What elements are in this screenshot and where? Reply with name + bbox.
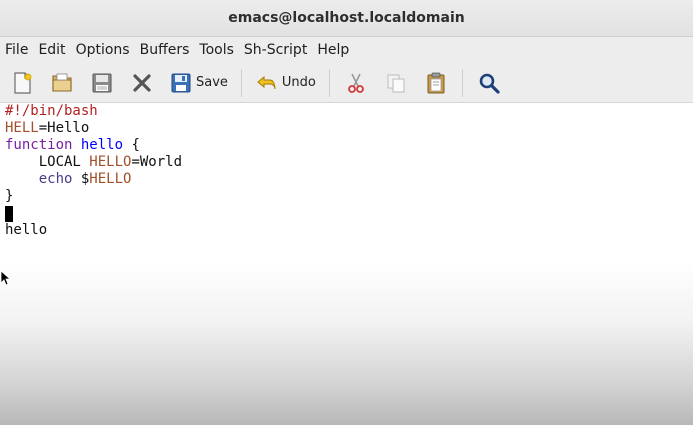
code-token-comment: #!/bin/bash [5, 103, 98, 119]
code-line[interactable]: #!/bin/bash [5, 103, 182, 120]
menu-sh-script[interactable]: Sh-Script [239, 37, 312, 63]
code-token-plain: =Hello [38, 120, 90, 136]
copy-icon [387, 74, 405, 92]
paste-icon [427, 72, 445, 93]
code-token-plain: { [123, 137, 140, 153]
save-button[interactable]: Save [166, 67, 231, 99]
code-token-plain: =World [131, 154, 183, 170]
undo-label: Undo [281, 75, 316, 90]
code-line[interactable]: hello [5, 222, 182, 239]
window-title: emacs@localhost.localdomain [228, 10, 465, 26]
open-folder-icon [52, 73, 72, 92]
save-icon [171, 73, 191, 92]
code-token-plain: } [5, 188, 14, 204]
toolbar-separator [461, 68, 463, 97]
paste-button[interactable] [420, 67, 452, 99]
close-x-icon [133, 73, 151, 92]
save-disk-button[interactable] [86, 67, 118, 99]
menu-tools[interactable]: Tools [194, 37, 239, 63]
menu-help[interactable]: Help [312, 37, 354, 63]
code-token-builtin: echo [38, 171, 73, 187]
code-token-var: HELLO [89, 154, 132, 170]
code-line[interactable] [5, 205, 182, 222]
menu-buffers[interactable]: Buffers [135, 37, 195, 63]
text-cursor [5, 206, 13, 222]
search-button[interactable] [473, 67, 505, 99]
code-line[interactable]: function hello { [5, 137, 182, 154]
scissors-icon [347, 73, 364, 93]
window-titlebar: emacs@localhost.localdomain [0, 0, 693, 37]
menu-file[interactable]: File [0, 37, 33, 63]
menu-options[interactable]: Options [71, 37, 135, 63]
code-token-var: HELLO [89, 171, 132, 187]
new-file-button[interactable] [6, 67, 38, 99]
code-token-plain: LOCAL [5, 154, 90, 170]
toolbar-separator [328, 68, 330, 97]
cut-button[interactable] [340, 67, 372, 99]
undo-button[interactable]: Undo [252, 67, 319, 99]
toolbar-separator [240, 68, 242, 97]
code-token-kw: function [5, 137, 73, 153]
code-area[interactable]: #!/bin/bash HELL=Hello function hello { LO… [5, 103, 182, 239]
new-file-icon [14, 71, 32, 94]
undo-icon [257, 75, 276, 89]
editor-buffer[interactable]: #!/bin/bash HELL=Hello function hello { LO… [0, 103, 693, 425]
code-line[interactable]: LOCAL HELLO=World [5, 154, 182, 171]
code-token-plain: hello [5, 222, 48, 238]
save-label: Save [196, 75, 228, 90]
copy-button[interactable] [380, 67, 412, 99]
code-token-fn: hello [80, 137, 124, 153]
toolbar: Save Undo [0, 63, 693, 103]
open-file-button[interactable] [46, 67, 78, 99]
floppy-icon [92, 73, 112, 92]
code-token-plain: $ [72, 171, 90, 187]
menu-edit[interactable]: Edit [33, 37, 70, 63]
code-line[interactable]: } [5, 188, 182, 205]
code-line[interactable]: HELL=Hello [5, 120, 182, 137]
mouse-pointer-icon [0, 270, 10, 286]
magnifier-icon [479, 73, 500, 94]
code-token-var: HELL [5, 120, 39, 136]
close-buffer-button[interactable] [126, 67, 158, 99]
menubar: File Edit Options Buffers Tools Sh-Scrip… [0, 37, 693, 63]
code-line[interactable]: echo $HELLO [5, 171, 182, 188]
